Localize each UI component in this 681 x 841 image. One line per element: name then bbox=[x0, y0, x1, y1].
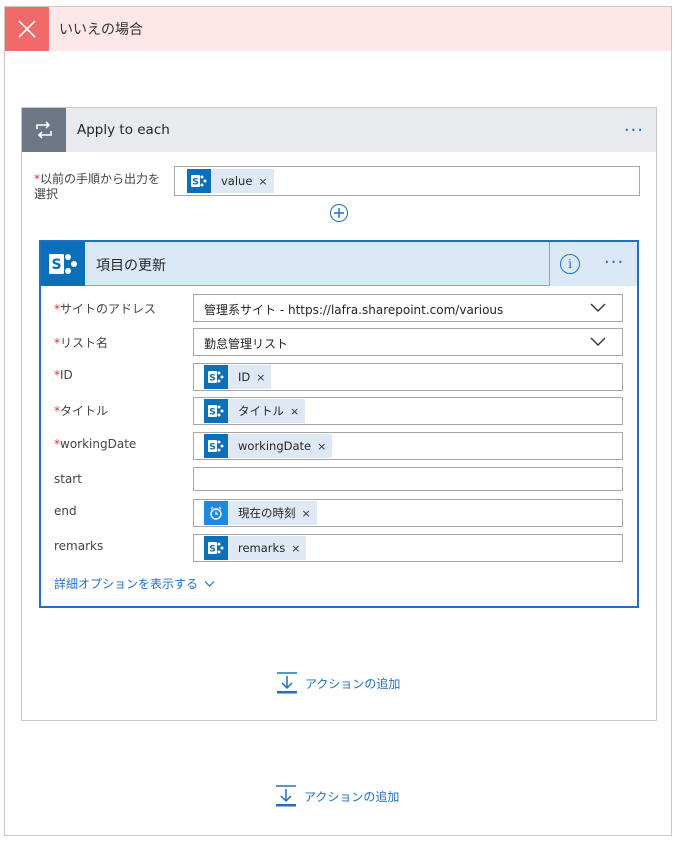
svg-text:S: S bbox=[209, 443, 215, 453]
remove-token-icon[interactable]: × bbox=[302, 507, 311, 520]
loop-icon bbox=[22, 108, 66, 152]
add-action-icon bbox=[276, 785, 296, 807]
value-token[interactable]: S value × bbox=[187, 169, 274, 193]
dropdown-value: 勤怠管理リスト bbox=[204, 337, 289, 351]
field-label: *リスト名 bbox=[54, 336, 109, 350]
svg-text:S: S bbox=[209, 374, 215, 384]
sharepoint-icon: S bbox=[187, 169, 211, 193]
add-step-plus-icon[interactable] bbox=[330, 204, 348, 222]
field-label: *サイトのアドレス bbox=[54, 302, 157, 316]
site-address-dropdown[interactable]: 管理系サイト - https://lafra.sharepoint.com/va… bbox=[193, 294, 623, 322]
start-field[interactable] bbox=[193, 467, 623, 491]
field-label: *workingDate bbox=[54, 437, 137, 451]
chevron-down-icon[interactable] bbox=[590, 335, 606, 349]
field-label: start bbox=[54, 472, 82, 486]
apply-to-each-card: Apply to each ··· *以前の手順から出力を選択 S value … bbox=[21, 107, 657, 721]
sharepoint-icon: S bbox=[204, 536, 228, 560]
field-label: end bbox=[54, 504, 77, 518]
chevron-down-icon bbox=[204, 580, 215, 587]
apply-to-each-header[interactable]: Apply to each ··· bbox=[22, 108, 656, 152]
add-action-button-inner[interactable]: アクションの追加 bbox=[276, 672, 400, 694]
remove-token-icon[interactable]: × bbox=[258, 175, 267, 188]
show-advanced-options-link[interactable]: 詳細オプションを表示する bbox=[54, 575, 215, 592]
remarks-token[interactable]: S remarks × bbox=[204, 536, 307, 560]
select-output-label-text: 以前の手順から出力を選択 bbox=[34, 172, 161, 201]
no-branch-container: いいえの場合 Apply to each ··· *以前の手順から出力を選択 S… bbox=[4, 6, 672, 836]
more-options-icon[interactable]: ··· bbox=[604, 252, 624, 273]
remove-token-icon[interactable]: × bbox=[291, 542, 300, 555]
id-token[interactable]: S ID × bbox=[204, 365, 272, 389]
field-row-list-name: *リスト名 勤怠管理リスト bbox=[41, 328, 637, 358]
sharepoint-icon: S bbox=[204, 399, 228, 423]
update-item-header[interactable]: S 項目の更新 i ··· bbox=[41, 242, 637, 286]
no-branch-header[interactable]: いいえの場合 bbox=[5, 7, 671, 51]
advanced-options-label: 詳細オプションを表示する bbox=[54, 577, 199, 591]
field-row-start: start bbox=[41, 467, 637, 497]
list-name-dropdown[interactable]: 勤怠管理リスト bbox=[193, 328, 623, 356]
field-row-remarks: remarks S remarks × bbox=[41, 534, 637, 564]
working-date-token[interactable]: S workingDate × bbox=[204, 434, 333, 458]
remove-token-icon[interactable]: × bbox=[317, 440, 326, 453]
field-row-end: end 現在の時刻 × bbox=[41, 499, 637, 529]
field-label: *タイトル bbox=[54, 404, 109, 418]
add-action-button-outer[interactable]: アクションの追加 bbox=[275, 785, 399, 807]
info-icon[interactable]: i bbox=[560, 254, 580, 274]
title-field[interactable]: S タイトル × bbox=[193, 397, 623, 425]
clock-icon bbox=[204, 501, 228, 525]
field-row-site-address: *サイトのアドレス 管理系サイト - https://lafra.sharepo… bbox=[41, 294, 637, 324]
current-time-token[interactable]: 現在の時刻 × bbox=[204, 501, 317, 525]
no-branch-title: いいえの場合 bbox=[59, 22, 143, 38]
remove-token-icon[interactable]: × bbox=[256, 371, 265, 384]
field-row-id: *ID S ID × bbox=[41, 363, 637, 393]
sharepoint-icon: S bbox=[204, 434, 228, 458]
svg-text:S: S bbox=[209, 408, 215, 418]
apply-to-each-title: Apply to each bbox=[77, 122, 170, 138]
update-item-title: 項目の更新 bbox=[96, 258, 166, 274]
svg-text:S: S bbox=[209, 545, 215, 555]
field-label: *ID bbox=[54, 368, 73, 382]
token-label: タイトル bbox=[238, 404, 284, 418]
select-output-field[interactable]: S value × bbox=[174, 166, 640, 196]
working-date-field[interactable]: S workingDate × bbox=[193, 432, 623, 460]
add-action-icon bbox=[277, 672, 297, 694]
svg-text:S: S bbox=[192, 178, 198, 188]
remove-token-icon[interactable]: × bbox=[290, 405, 299, 418]
add-action-label: アクションの追加 bbox=[304, 789, 400, 804]
sharepoint-icon: S bbox=[204, 365, 228, 389]
token-label: workingDate bbox=[238, 439, 312, 453]
id-field[interactable]: S ID × bbox=[193, 363, 623, 391]
token-label: 現在の時刻 bbox=[238, 506, 296, 520]
select-output-label: *以前の手順から出力を選択 bbox=[34, 172, 164, 202]
update-item-card: S 項目の更新 i ··· *サイトのアドレス 管理系サイト - https:/… bbox=[39, 240, 639, 608]
close-icon bbox=[5, 7, 49, 51]
end-field[interactable]: 現在の時刻 × bbox=[193, 499, 623, 527]
token-label: value bbox=[221, 174, 253, 188]
sharepoint-icon: S bbox=[41, 242, 85, 286]
remarks-field[interactable]: S remarks × bbox=[193, 534, 623, 562]
dropdown-value: 管理系サイト - https://lafra.sharepoint.com/va… bbox=[204, 303, 504, 317]
title-token[interactable]: S タイトル × bbox=[204, 399, 306, 423]
chevron-down-icon[interactable] bbox=[590, 301, 606, 315]
add-action-label: アクションの追加 bbox=[305, 676, 401, 691]
more-options-icon[interactable]: ··· bbox=[624, 120, 644, 141]
token-label: ID bbox=[238, 370, 251, 384]
field-label: remarks bbox=[54, 539, 104, 553]
token-label: remarks bbox=[238, 541, 286, 555]
field-row-working-date: *workingDate S workingDate × bbox=[41, 432, 637, 462]
field-row-title: *タイトル S タイトル × bbox=[41, 397, 637, 427]
svg-text:S: S bbox=[51, 257, 61, 273]
